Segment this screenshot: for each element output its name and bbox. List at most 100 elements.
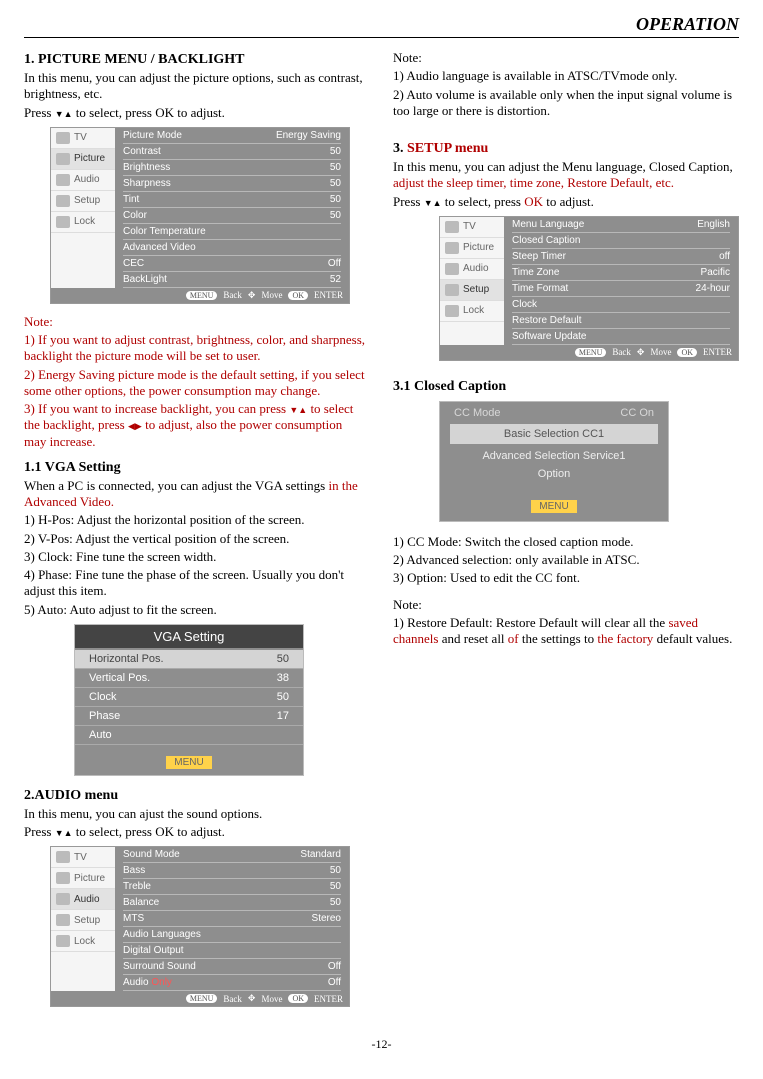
osd-row[interactable]: Menu LanguageEnglish <box>512 217 730 233</box>
osd-row[interactable]: Sharpness50 <box>123 176 341 192</box>
arrow-left-icon <box>128 417 135 432</box>
osd-row[interactable]: Color50 <box>123 208 341 224</box>
cc-mode-row[interactable]: CC ModeCC On <box>440 402 668 424</box>
tab-lock[interactable]: Lock <box>51 931 115 952</box>
audio-osd: TV Picture Audio Setup Lock Sound ModeSt… <box>50 846 350 1007</box>
arrow-down-icon <box>424 194 433 209</box>
osd-row[interactable]: Sound ModeStandard <box>123 847 341 863</box>
arrow-up-icon <box>433 194 442 209</box>
move-icon: ✥ <box>248 993 256 1004</box>
audio-intro: In this menu, you can ajust the sound op… <box>24 806 367 822</box>
menu-button[interactable]: MENU <box>531 500 576 513</box>
setup-osd: TV Picture Audio Setup Lock Menu Languag… <box>439 216 739 361</box>
tab-setup[interactable]: Setup <box>51 910 115 931</box>
picture-osd-main: Picture ModeEnergy Saving Contrast50 Bri… <box>115 128 349 288</box>
picture-intro: In this menu, you can adjust the picture… <box>24 70 367 103</box>
vga-row[interactable]: Horizontal Pos.50 <box>75 650 303 669</box>
cc-title: 3.1 Closed Caption <box>393 379 739 395</box>
tab-setup[interactable]: Setup <box>440 280 504 301</box>
lock-icon <box>445 305 459 317</box>
vga-intro: When a PC is connected, you can adjust t… <box>24 478 367 511</box>
right-column: Note: 1) Audio language is available in … <box>393 48 739 1017</box>
osd-footer: MENUBack ✥Move OKENTER <box>440 345 738 360</box>
audio-title: 2.AUDIO menu <box>24 788 367 804</box>
cc-basic[interactable]: Basic Selection CC1 <box>450 424 658 444</box>
arrow-down-icon <box>289 401 298 416</box>
vga-l1: 1) H-Pos: Adjust the horizontal position… <box>24 512 367 528</box>
tab-picture[interactable]: Picture <box>440 238 504 259</box>
osd-row[interactable]: Contrast50 <box>123 144 341 160</box>
vga-l2: 2) V-Pos: Adjust the vertical position o… <box>24 531 367 547</box>
restore-default-note: 1) Restore Default: Restore Default will… <box>393 615 739 648</box>
osd-row[interactable]: Audio OnlyOff <box>123 975 341 991</box>
tab-picture[interactable]: Picture <box>51 149 115 170</box>
osd-row[interactable]: MTSStereo <box>123 911 341 927</box>
osd-row[interactable]: Digital Output <box>123 943 341 959</box>
osd-row[interactable]: Picture ModeEnergy Saving <box>123 128 341 144</box>
osd-row[interactable]: BackLight52 <box>123 272 341 288</box>
osd-row[interactable]: Advanced Video <box>123 240 341 256</box>
audio-press: Press to select, press OK to adjust. <box>24 824 367 840</box>
menu-pill: MENU <box>186 994 218 1003</box>
right-note-label: Note: <box>393 50 739 66</box>
arrow-down-icon <box>55 824 64 839</box>
right-note2: 2) Auto volume is available only when th… <box>393 87 739 120</box>
setup-press: Press to select, press OK to adjust. <box>393 194 739 210</box>
tab-audio[interactable]: Audio <box>51 170 115 191</box>
tab-tv[interactable]: TV <box>51 847 115 868</box>
osd-row[interactable]: Restore Default <box>512 313 730 329</box>
vga-row[interactable]: Phase17 <box>75 707 303 726</box>
menu-button[interactable]: MENU <box>166 756 211 769</box>
arrow-down-icon <box>55 105 64 120</box>
page-header: OPERATION <box>24 14 739 38</box>
setup-icon <box>56 914 70 926</box>
arrow-up-icon <box>64 824 73 839</box>
audio-icon <box>445 263 459 275</box>
picture-press: Press to select, press OK to adjust. <box>24 105 367 121</box>
osd-footer: MENUBack ✥Move OKENTER <box>51 288 349 303</box>
osd-row[interactable]: Surround SoundOff <box>123 959 341 975</box>
osd-row[interactable]: Clock <box>512 297 730 313</box>
osd-row[interactable]: Steep Timeroff <box>512 249 730 265</box>
tab-audio[interactable]: Audio <box>440 259 504 280</box>
note3: 3) If you want to increase backlight, yo… <box>24 401 367 450</box>
ok-pill: OK <box>288 291 308 300</box>
tab-picture[interactable]: Picture <box>51 868 115 889</box>
osd-row[interactable]: Software Update <box>512 329 730 345</box>
cc-advanced[interactable]: Advanced Selection Service1 <box>440 444 668 462</box>
cc-osd: CC ModeCC On Basic Selection CC1 Advance… <box>439 401 669 522</box>
menu-pill: MENU <box>575 348 607 357</box>
vga-l3: 3) Clock: Fine tune the screen width. <box>24 549 367 565</box>
osd-row[interactable]: Bass50 <box>123 863 341 879</box>
osd-row[interactable]: CECOff <box>123 256 341 272</box>
vga-row[interactable]: Auto <box>75 726 303 745</box>
osd-row[interactable]: Tint50 <box>123 192 341 208</box>
osd-row[interactable]: Balance50 <box>123 895 341 911</box>
osd-row[interactable]: Brightness50 <box>123 160 341 176</box>
lock-icon <box>56 216 70 228</box>
osd-row[interactable]: Color Temperature <box>123 224 341 240</box>
note-label: Note: <box>24 314 367 330</box>
audio-icon <box>56 893 70 905</box>
osd-row[interactable]: Closed Caption <box>512 233 730 249</box>
tab-lock[interactable]: Lock <box>51 212 115 233</box>
vga-row[interactable]: Vertical Pos.38 <box>75 669 303 688</box>
osd-row[interactable]: Treble50 <box>123 879 341 895</box>
osd-row[interactable]: Time ZonePacific <box>512 265 730 281</box>
menu-pill: MENU <box>186 291 218 300</box>
tab-tv[interactable]: TV <box>51 128 115 149</box>
tab-lock[interactable]: Lock <box>440 301 504 322</box>
cc-l2: 2) Advanced selection: only available in… <box>393 552 739 568</box>
tab-tv[interactable]: TV <box>440 217 504 238</box>
osd-row[interactable]: Time Format24-hour <box>512 281 730 297</box>
tab-setup[interactable]: Setup <box>51 191 115 212</box>
left-column: 1. PICTURE MENU / BACKLIGHT In this menu… <box>24 48 367 1017</box>
cc-option[interactable]: Option <box>440 462 668 480</box>
note1: 1) If you want to adjust contrast, brigh… <box>24 332 367 365</box>
osd-footer: MENUBack ✥Move OKENTER <box>51 991 349 1006</box>
tab-audio[interactable]: Audio <box>51 889 115 910</box>
right-note-label2: Note: <box>393 597 739 613</box>
ok-pill: OK <box>288 994 308 1003</box>
osd-row[interactable]: Audio Languages <box>123 927 341 943</box>
vga-row[interactable]: Clock50 <box>75 688 303 707</box>
